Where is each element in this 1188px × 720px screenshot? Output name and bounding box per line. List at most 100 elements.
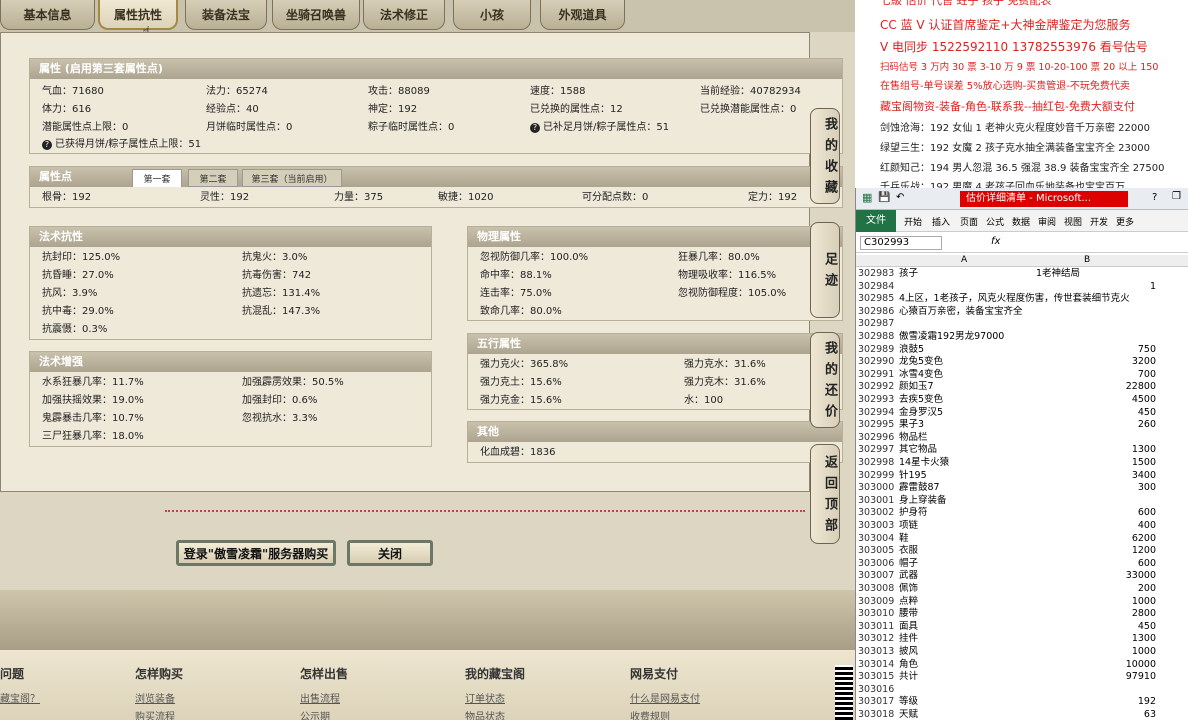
- side-button-back-to-top[interactable]: 返回顶部: [810, 444, 840, 544]
- sheet-row[interactable]: 303013 披风 1000: [856, 646, 1188, 657]
- cell-a[interactable]: 4上区，1老孩子，风克火程度伤害，传世套装细节克火: [899, 293, 1130, 304]
- ribbon-tab[interactable]: 审阅: [1038, 215, 1056, 228]
- subtab-set-3[interactable]: 第三套（当前启用）: [242, 169, 342, 187]
- cell-b[interactable]: 3400: [1066, 470, 1156, 481]
- side-button-bargain[interactable]: 我的还价: [810, 332, 840, 428]
- sheet-row[interactable]: 303002 护身符 600: [856, 507, 1188, 518]
- footer-link[interactable]: 物品状态: [465, 708, 505, 720]
- cell-b[interactable]: 1000: [1066, 596, 1156, 607]
- footer-link[interactable]: 藏宝阁？: [0, 690, 40, 705]
- name-box[interactable]: C302993: [860, 236, 942, 250]
- cell-a[interactable]: 项链: [899, 520, 918, 531]
- footer-link[interactable]: 收费规则: [630, 708, 670, 720]
- help-icon[interactable]: ?: [530, 123, 540, 133]
- cell-b[interactable]: 450: [1066, 621, 1156, 632]
- cell-b[interactable]: 33000: [1066, 570, 1156, 581]
- cell-b[interactable]: 300: [1066, 482, 1156, 493]
- sheet-row[interactable]: 303011 面具 450: [856, 621, 1188, 632]
- cell-a[interactable]: 金身罗汉5: [899, 407, 943, 418]
- side-button-favorites[interactable]: 我的收藏: [810, 108, 840, 204]
- sheet-row[interactable]: 303015 共计 97910: [856, 671, 1188, 682]
- ribbon-tab-file[interactable]: 文件: [856, 210, 896, 232]
- cell-b[interactable]: 2800: [1066, 608, 1156, 619]
- help-icon[interactable]: ?: [42, 140, 52, 150]
- sheet-row[interactable]: 303004 鞋 6200: [856, 533, 1188, 544]
- subtab-set-2[interactable]: 第二套: [188, 169, 238, 187]
- sheet-row[interactable]: 303000 霹雷鼓87 300: [856, 482, 1188, 493]
- cell-b[interactable]: 1500: [1066, 457, 1156, 468]
- cell-a[interactable]: 挂件: [899, 633, 918, 644]
- cell-b[interactable]: 1200: [1066, 545, 1156, 556]
- sheet-row[interactable]: 302985 4上区，1老孩子，风克火程度伤害，传世套装细节克火: [856, 293, 1188, 304]
- cell-b[interactable]: 22800: [1066, 381, 1156, 392]
- sheet-row[interactable]: 302983 孩子 1老神结局: [856, 268, 1188, 279]
- cell-a[interactable]: 等级: [899, 696, 918, 707]
- sheet-row[interactable]: 302999 针195 3400: [856, 470, 1188, 481]
- close-button[interactable]: 关闭: [347, 540, 433, 566]
- column-a-header[interactable]: A: [961, 255, 967, 265]
- cell-b[interactable]: 200: [1066, 583, 1156, 594]
- cell-b[interactable]: 192: [1066, 696, 1156, 707]
- restore-icon[interactable]: ❐: [1172, 191, 1181, 202]
- cell-b[interactable]: 1000: [1066, 646, 1156, 657]
- cell-a[interactable]: 帽子: [899, 558, 918, 569]
- cell-b[interactable]: 400: [1066, 520, 1156, 531]
- tab-mounts[interactable]: 坐骑召唤兽: [272, 0, 360, 30]
- sheet-row[interactable]: 303001 身上穿装备: [856, 495, 1188, 506]
- help-icon[interactable]: ?: [1152, 192, 1157, 203]
- cell-a[interactable]: 果子3: [899, 419, 924, 430]
- sheet-row[interactable]: 302998 14星卡火猿 1500: [856, 457, 1188, 468]
- tab-basic-info[interactable]: 基本信息: [0, 0, 95, 30]
- sheet-row[interactable]: 303006 帽子 600: [856, 558, 1188, 569]
- footer-link[interactable]: 什么是网易支付: [630, 690, 700, 705]
- ribbon-tab[interactable]: 更多: [1116, 215, 1134, 228]
- cell-a[interactable]: 冰雪4变色: [899, 369, 943, 380]
- sheet-row[interactable]: 303010 腰带 2800: [856, 608, 1188, 619]
- cell-b[interactable]: 600: [1066, 558, 1156, 569]
- tab-attributes[interactable]: 属性抗性: [98, 0, 178, 30]
- cell-b[interactable]: 10000: [1066, 659, 1156, 670]
- cell-b[interactable]: 63: [1066, 709, 1156, 720]
- cell-b[interactable]: 700: [1066, 369, 1156, 380]
- sheet-row[interactable]: 302992 颜如玉7 22800: [856, 381, 1188, 392]
- sheet-row[interactable]: 302994 金身罗汉5 450: [856, 407, 1188, 418]
- tab-children[interactable]: 小孩: [453, 0, 531, 30]
- sheet-row[interactable]: 303005 衣服 1200: [856, 545, 1188, 556]
- tab-spell-mods[interactable]: 法术修正: [363, 0, 445, 30]
- cell-a[interactable]: 共计: [899, 671, 918, 682]
- subtab-set-1[interactable]: 第一套: [132, 169, 182, 187]
- ribbon-tab[interactable]: 数据: [1012, 215, 1030, 228]
- ribbon-tab[interactable]: 开发: [1090, 215, 1108, 228]
- sheet-row[interactable]: 302984 1: [856, 281, 1188, 292]
- cell-b[interactable]: 97910: [1066, 671, 1156, 682]
- side-button-history[interactable]: 足迹: [810, 222, 840, 318]
- footer-link[interactable]: 出售流程: [300, 690, 340, 705]
- cell-a[interactable]: 面具: [899, 621, 918, 632]
- sheet-row[interactable]: 303008 佩饰 200: [856, 583, 1188, 594]
- sheet-row[interactable]: 302987: [856, 318, 1188, 329]
- footer-link[interactable]: 浏览装备: [135, 690, 175, 705]
- cell-a[interactable]: 衣服: [899, 545, 918, 556]
- sheet-row[interactable]: 302997 其它物品 1300: [856, 444, 1188, 455]
- cell-a[interactable]: 针195: [899, 470, 927, 481]
- cell-b[interactable]: 6200: [1066, 533, 1156, 544]
- cell-a[interactable]: 天赋: [899, 709, 918, 720]
- cell-a[interactable]: 龙兔5变色: [899, 356, 943, 367]
- ribbon-tab[interactable]: 开始: [904, 215, 922, 228]
- footer-link[interactable]: 公示期: [300, 708, 330, 720]
- cell-a[interactable]: 披风: [899, 646, 918, 657]
- sheet-row[interactable]: 302991 冰雪4变色 700: [856, 369, 1188, 380]
- cell-a[interactable]: 身上穿装备: [899, 495, 947, 506]
- cell-b[interactable]: 260: [1066, 419, 1156, 430]
- cell-a[interactable]: 护身符: [899, 507, 928, 518]
- sheet-row[interactable]: 303016: [856, 684, 1188, 695]
- cell-a[interactable]: 物品栏: [899, 432, 928, 443]
- cell-a[interactable]: 心猿百万亲密，装备宝宝齐全: [899, 306, 1023, 317]
- cell-a[interactable]: 14星卡火猿: [899, 457, 949, 468]
- cell-a[interactable]: 佩饰: [899, 583, 918, 594]
- sheet-row[interactable]: 302986 心猿百万亲密，装备宝宝齐全: [856, 306, 1188, 317]
- sheet-row[interactable]: 303009 点粹 1000: [856, 596, 1188, 607]
- save-icon[interactable]: 💾: [878, 192, 890, 203]
- cell-a[interactable]: 腰带: [899, 608, 918, 619]
- cell-b[interactable]: 600: [1066, 507, 1156, 518]
